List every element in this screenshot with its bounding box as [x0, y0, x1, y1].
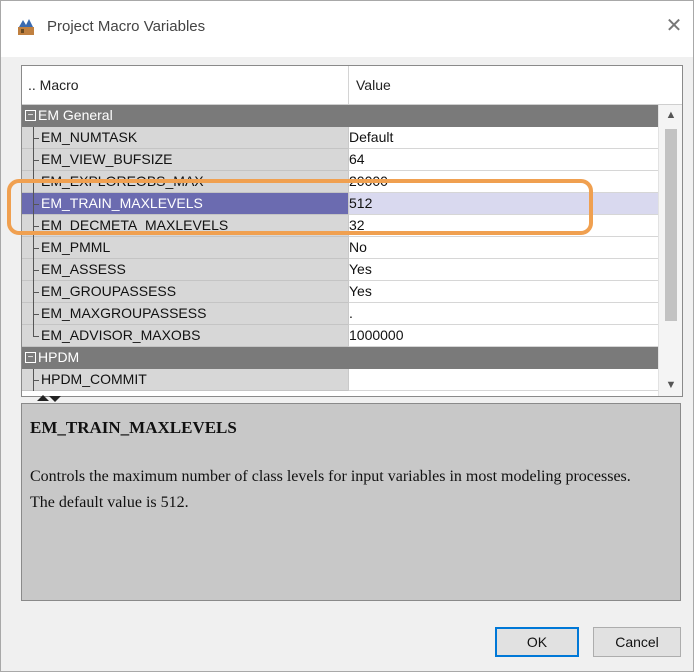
macro-value: 1000000 [349, 327, 404, 343]
macro-name-cell[interactable]: EM_MAXGROUPASSESS [22, 303, 348, 325]
scroll-down-arrow-icon[interactable]: ▼ [659, 375, 682, 395]
table-row[interactable]: EM_MAXGROUPASSESS . [22, 303, 658, 325]
tree-connector [33, 380, 39, 381]
table-row[interactable]: EM_ASSESS Yes [22, 259, 658, 281]
column-header-macro[interactable]: .. Macro [28, 77, 79, 93]
table-row[interactable]: EM_PMML No [22, 237, 658, 259]
macro-name: EM_GROUPASSESS [41, 283, 177, 299]
table-row[interactable]: EM_GROUPASSESS Yes [22, 281, 658, 303]
macro-value-cell[interactable]: Default [349, 127, 658, 149]
group-label: EM General [38, 107, 113, 123]
macro-value: Yes [349, 283, 372, 299]
macro-value: 64 [349, 151, 365, 167]
macro-name: EM_ASSESS [41, 261, 126, 277]
table-row[interactable]: EM_NUMTASK Default [22, 127, 658, 149]
splitter-down-arrow-icon[interactable] [49, 396, 61, 402]
collapse-toggle-icon[interactable]: − [25, 110, 36, 121]
macro-value-cell[interactable]: 64 [349, 149, 658, 171]
macro-value: . [349, 305, 353, 321]
collapse-toggle-icon[interactable]: − [25, 352, 36, 363]
description-title: EM_TRAIN_MAXLEVELS [30, 418, 237, 437]
vertical-scrollbar[interactable]: ▲ ▼ [658, 105, 682, 396]
table-row[interactable]: HPDM_COMMIT [22, 369, 658, 391]
splitter-up-arrow-icon[interactable] [37, 395, 49, 401]
tree-line [33, 325, 34, 336]
macro-name: EM_MAXGROUPASSESS [41, 305, 207, 321]
macro-value-cell[interactable] [349, 369, 658, 391]
scroll-thumb[interactable] [665, 129, 677, 321]
macro-name-cell[interactable]: EM_ADVISOR_MAXOBS [22, 325, 348, 347]
macro-value: No [349, 239, 367, 255]
close-icon[interactable]: ✕ [663, 15, 685, 37]
project-macro-variables-dialog: Project Macro Variables ✕ .. Macro Value… [0, 0, 694, 672]
macro-name: EM_PMML [41, 239, 111, 255]
macro-value: Yes [349, 261, 372, 277]
cancel-button[interactable]: Cancel [593, 627, 681, 657]
window-title: Project Macro Variables [47, 18, 206, 35]
macro-name: EM_VIEW_BUFSIZE [41, 151, 173, 167]
grid-rows: − EM General EM_NUMTASK Default EM_VIEW_… [22, 105, 658, 396]
tree-connector [33, 292, 39, 293]
sas-miner-icon [18, 19, 34, 35]
macro-name-cell[interactable]: EM_NUMTASK [22, 127, 348, 149]
description-text: Controls the maximum number of class lev… [30, 468, 631, 511]
column-header-value[interactable]: Value [356, 77, 391, 93]
highlight-annotation [7, 179, 593, 235]
table-row[interactable]: EM_VIEW_BUFSIZE 64 [22, 149, 658, 171]
macro-value-cell[interactable]: No [349, 237, 658, 259]
tree-connector [33, 336, 39, 337]
tree-connector [33, 248, 39, 249]
scroll-up-arrow-icon[interactable]: ▲ [659, 105, 682, 125]
macro-name: EM_ADVISOR_MAXOBS [41, 327, 201, 343]
macro-name: HPDM_COMMIT [41, 371, 147, 387]
tree-connector [33, 270, 39, 271]
panel-splitter[interactable] [21, 395, 683, 403]
tree-connector [33, 138, 39, 139]
tree-connector [33, 314, 39, 315]
title-bar: Project Macro Variables ✕ [1, 1, 693, 57]
tree-connector [33, 160, 39, 161]
group-row-em-general[interactable]: − EM General [22, 105, 658, 127]
macro-name-cell[interactable]: EM_ASSESS [22, 259, 348, 281]
ok-button[interactable]: OK [495, 627, 579, 657]
macro-value: Default [349, 129, 394, 145]
macro-name-cell[interactable]: EM_GROUPASSESS [22, 281, 348, 303]
macro-name-cell[interactable]: EM_VIEW_BUFSIZE [22, 149, 348, 171]
macro-value-cell[interactable]: 1000000 [349, 325, 658, 347]
macro-value-cell[interactable]: Yes [349, 281, 658, 303]
column-separator[interactable] [348, 66, 349, 104]
macro-name-cell[interactable]: HPDM_COMMIT [22, 369, 348, 391]
macro-name-cell[interactable]: EM_PMML [22, 237, 348, 259]
macro-value-cell[interactable]: . [349, 303, 658, 325]
macro-name: EM_NUMTASK [41, 129, 138, 145]
table-row[interactable]: EM_ADVISOR_MAXOBS 1000000 [22, 325, 658, 347]
group-row-hpdm[interactable]: − HPDM [22, 347, 658, 369]
group-label: HPDM [38, 349, 80, 365]
grid-header: .. Macro Value [22, 66, 682, 105]
macro-value-cell[interactable]: Yes [349, 259, 658, 281]
description-panel: EM_TRAIN_MAXLEVELS Controls the maximum … [21, 403, 681, 601]
